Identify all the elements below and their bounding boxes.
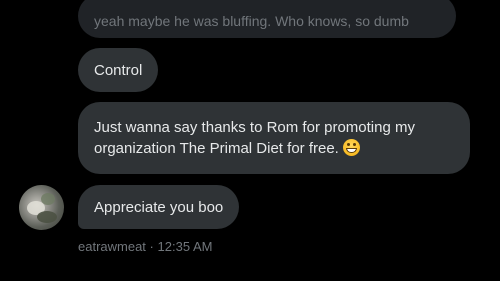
message-text: Just wanna say thanks to Rom for promoti… [94,119,415,157]
grinning-face-emoji-icon [342,139,360,156]
message-meta: eatrawmeat · 12:35 AM [78,239,212,254]
message-timestamp: 12:35 AM [157,239,213,254]
message-bubble[interactable]: Just wanna say thanks to Rom for promoti… [78,102,470,174]
message-bubble[interactable]: Appreciate you boo [78,185,240,229]
message-text: Control [94,61,143,79]
meta-separator: · [149,239,154,254]
quoted-reply-text: yeah maybe he was bluffing. Who knows, s… [94,13,409,29]
avatar[interactable] [19,185,64,230]
sender-username[interactable]: eatrawmeat [78,239,146,254]
message-text: Appreciate you boo [94,198,224,216]
quoted-reply-bubble[interactable]: yeah maybe he was bluffing. Who knows, s… [78,0,456,38]
message-bubble[interactable]: Control [78,48,159,92]
